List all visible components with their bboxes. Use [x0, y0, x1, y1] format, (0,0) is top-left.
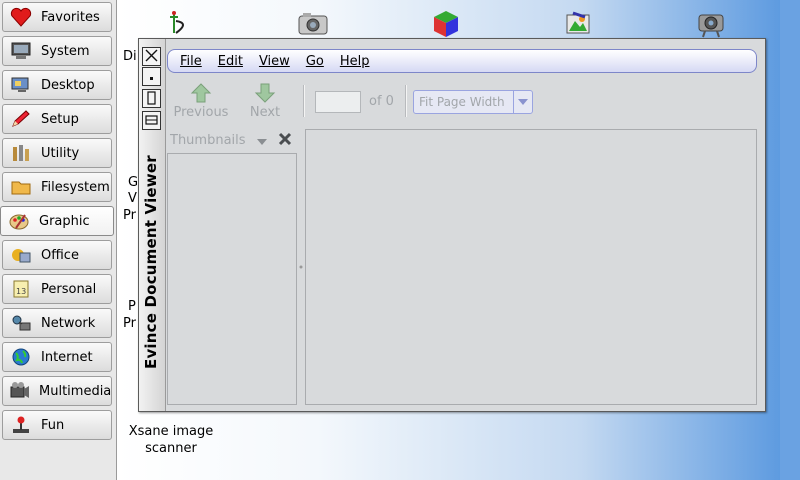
image-app-icon[interactable] — [560, 8, 596, 40]
heart-icon — [9, 5, 33, 29]
shade-icon — [145, 114, 158, 127]
sidebar-dropdown-icon[interactable] — [257, 134, 267, 149]
sidebar-item-setup[interactable]: Setup — [2, 104, 112, 134]
menu-label: Go — [305, 53, 324, 69]
drawing-app-icon[interactable] — [163, 8, 199, 40]
sidebar-item-label: System — [41, 43, 90, 59]
sidebar-item-multimedia[interactable]: Multimedia — [2, 376, 112, 406]
close-icon — [145, 49, 158, 64]
close-window-button[interactable] — [142, 47, 161, 66]
desktop-icon-label: Pr — [123, 208, 136, 223]
xsane-label-line: Xsane image — [128, 424, 214, 439]
minimize-window-button[interactable] — [142, 67, 161, 86]
menu-label: Edit — [217, 53, 243, 69]
menu-view[interactable]: View — [259, 54, 290, 69]
category-sidebar: Favorites System Desktop Setup Utility F… — [0, 0, 117, 480]
zoom-select[interactable]: Fit Page Width — [413, 90, 533, 114]
chevron-down-icon — [513, 91, 532, 113]
desktop-icon-label: G — [128, 175, 139, 190]
desktop-icon-label: P — [128, 299, 136, 314]
sidebar-item-personal[interactable]: 13 Personal — [2, 274, 112, 304]
computer-icon — [9, 39, 33, 63]
sidebar-title: Thumbnails — [170, 133, 246, 148]
menu-edit[interactable]: Edit — [218, 54, 243, 69]
sidebar-item-filesystem[interactable]: Filesystem — [2, 172, 112, 202]
xsane-scanner-label[interactable]: Xsane image scanner — [121, 423, 221, 457]
desktop-edge-bar — [780, 0, 800, 480]
svg-text:13: 13 — [16, 287, 26, 296]
menu-label: Help — [339, 53, 370, 69]
sidebar-header: Thumbnails — [167, 131, 297, 151]
window-title: Evince Document Viewer — [142, 155, 160, 369]
desktop-icon — [9, 73, 33, 97]
thumbnails-pane[interactable] — [167, 153, 297, 405]
menu-bar: File Edit View Go Help — [167, 49, 757, 73]
maximize-window-button[interactable] — [142, 89, 161, 108]
xsane-label-line: scanner — [145, 441, 197, 456]
shade-window-button[interactable] — [142, 111, 161, 130]
desktop-icon-label: Di — [123, 49, 137, 64]
sidebar-item-label: Desktop — [41, 77, 95, 93]
toolbar-separator — [303, 85, 305, 117]
multimedia-icon — [9, 379, 31, 403]
sidebar-item-network[interactable]: Network — [2, 308, 112, 338]
desktop-icon-label: Pr — [123, 316, 136, 331]
pane-resize-handle[interactable] — [299, 263, 303, 269]
sidebar-item-label: Favorites — [41, 9, 100, 25]
vertical-titlebar[interactable]: Evince Document Viewer — [139, 39, 166, 411]
sidebar-item-label: Multimedia — [39, 383, 112, 399]
next-page-button[interactable]: Next — [233, 81, 297, 120]
folder-icon — [9, 175, 33, 199]
page-count-label: of 0 — [369, 94, 394, 109]
sidebar-item-label: Personal — [41, 281, 97, 297]
sidebar-item-label: Fun — [41, 417, 65, 433]
joystick-icon — [9, 413, 33, 437]
sidebar-item-fun[interactable]: Fun — [2, 410, 112, 440]
next-label: Next — [249, 105, 281, 120]
previous-label: Previous — [173, 105, 229, 120]
sidebar-item-desktop[interactable]: Desktop — [2, 70, 112, 100]
network-icon — [9, 311, 33, 335]
document-view[interactable] — [305, 129, 757, 405]
pencil-icon — [9, 107, 33, 131]
3d-cube-icon[interactable] — [428, 8, 464, 40]
maximize-icon — [147, 90, 156, 107]
globe-icon — [9, 345, 33, 369]
toolbar: Previous Next of 0 Fit Page Width — [167, 79, 757, 123]
sidebar-item-label: Setup — [41, 111, 79, 127]
menu-label: View — [258, 53, 290, 69]
office-icon — [9, 243, 33, 267]
page-number-input[interactable] — [315, 91, 361, 113]
toolbar-separator — [405, 85, 407, 117]
sidebar-item-favorites[interactable]: Favorites — [2, 2, 112, 32]
sidebar-item-office[interactable]: Office — [2, 240, 112, 270]
arrow-down-icon — [233, 81, 297, 105]
menu-help[interactable]: Help — [340, 54, 370, 69]
sidebar-item-internet[interactable]: Internet — [2, 342, 112, 372]
menu-label: File — [180, 53, 202, 69]
sidebar-close-icon[interactable] — [277, 131, 293, 151]
zoom-value: Fit Page Width — [419, 95, 505, 109]
previous-page-button[interactable]: Previous — [169, 81, 233, 120]
calendar-icon: 13 — [9, 277, 33, 301]
sidebar-item-label: Utility — [41, 145, 80, 161]
sidebar-item-label: Filesystem — [41, 179, 110, 195]
sidebar-item-system[interactable]: System — [2, 36, 112, 66]
evince-window: Evince Document Viewer File Edit View Go… — [138, 38, 766, 412]
sidebar-item-label: Internet — [41, 349, 93, 365]
tools-icon — [9, 141, 33, 165]
desktop-icon-label: V — [128, 191, 137, 206]
sidebar-item-label: Office — [41, 247, 79, 263]
sidebar-item-graphic[interactable]: Graphic — [0, 206, 114, 236]
sidebar-item-label: Graphic — [39, 213, 90, 229]
sidebar-item-label: Network — [41, 315, 96, 331]
arrow-up-icon — [169, 81, 233, 105]
minimize-icon — [149, 71, 154, 83]
webcam-app-icon[interactable] — [693, 8, 729, 40]
sidebar-item-utility[interactable]: Utility — [2, 138, 112, 168]
camera-app-icon[interactable] — [295, 8, 331, 40]
palette-icon — [7, 209, 31, 233]
menu-go[interactable]: Go — [306, 54, 324, 69]
menu-file[interactable]: File — [180, 54, 202, 69]
